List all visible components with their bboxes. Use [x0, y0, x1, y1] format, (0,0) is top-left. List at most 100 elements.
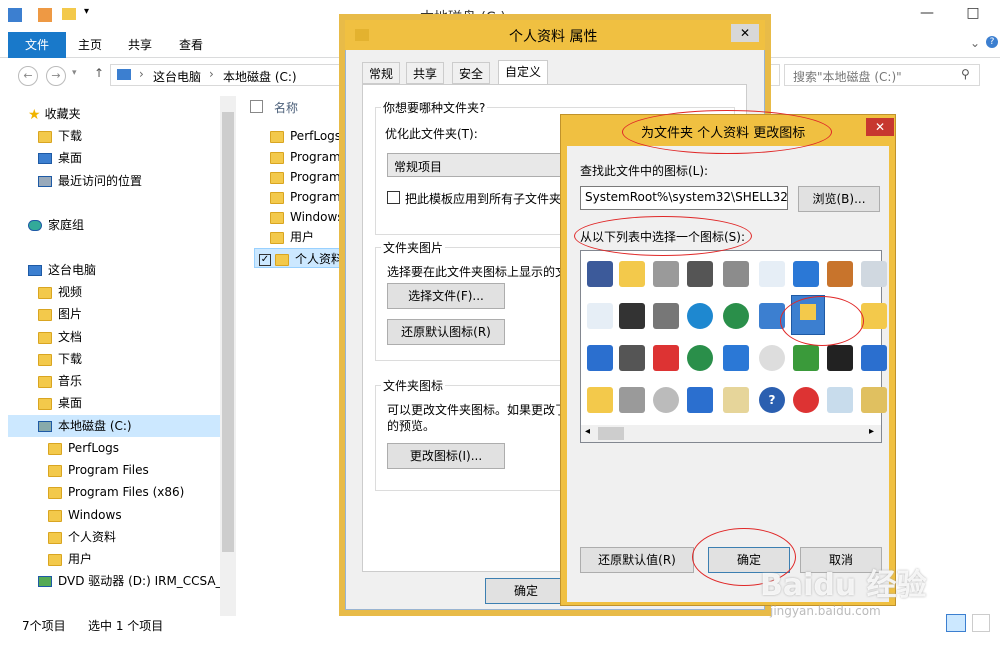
maximize-icon[interactable]: □ [950, 0, 996, 26]
browse-button[interactable]: 浏览(B)... [798, 186, 880, 212]
up-button[interactable]: ↑ [94, 66, 104, 80]
tab-sharing[interactable]: 共享 [406, 62, 445, 84]
tab-security[interactable]: 安全 [452, 62, 491, 84]
close-icon[interactable]: ✕ [866, 118, 894, 136]
breadcrumb-this-pc[interactable]: 这台电脑 [153, 68, 201, 85]
restore-default-icon-button[interactable]: 还原默认图标(R) [387, 319, 505, 345]
icon-list[interactable]: ? [580, 250, 887, 443]
file-row[interactable]: ProgramD [270, 187, 350, 207]
nav-homegroup[interactable]: 家庭组 [28, 214, 84, 236]
change-icon-button[interactable]: 更改图标(I)... [387, 443, 505, 469]
file-row[interactable]: PerfLogs [270, 126, 341, 146]
help-icon[interactable]: ? [759, 387, 785, 413]
nav-drive-c[interactable]: 本地磁盘 (C:) [38, 415, 132, 437]
close-icon[interactable]: ✕ [731, 24, 759, 42]
icon-list-scrollbar[interactable]: ◂ ▸ [581, 425, 881, 442]
column-header-name[interactable]: 名称 [250, 96, 360, 120]
back-button[interactable]: ← [18, 66, 38, 86]
ribbon-tab-home[interactable]: 主页 [64, 32, 116, 58]
ribbon-tab-file[interactable]: 文件 [8, 32, 66, 58]
search-icon[interactable]: ⚲ [961, 67, 970, 81]
monitor-icon[interactable] [861, 345, 887, 371]
help-icon[interactable]: ? [986, 36, 998, 48]
file-row[interactable]: 用户 [270, 227, 314, 247]
nav-dvd-drive[interactable]: DVD 驱动器 (D:) IRM_CCSA_X [38, 570, 230, 592]
calculator-icon[interactable] [723, 387, 749, 413]
window-icon[interactable] [587, 261, 613, 287]
nav-fav-recent[interactable]: 最近访问的位置 [38, 170, 142, 192]
details-view-icon[interactable] [946, 614, 966, 632]
ribbon-expand-icon[interactable]: ⌄ [970, 36, 980, 50]
nav-this-pc[interactable]: 这台电脑 [28, 259, 96, 281]
nav-downloads[interactable]: 下载 [38, 348, 82, 370]
printer-icon[interactable] [723, 261, 749, 287]
drive-icon[interactable] [653, 261, 679, 287]
file-row[interactable]: Windows [270, 207, 344, 227]
restore-defaults-button[interactable]: 还原默认值(R) [580, 547, 694, 573]
recent-locations-icon[interactable]: ▾ [72, 68, 77, 78]
clock-document-icon[interactable] [759, 261, 785, 287]
scroll-left-icon[interactable]: ◂ [585, 426, 590, 437]
magnifier-icon[interactable] [759, 345, 785, 371]
properties-qa-icon[interactable] [38, 8, 52, 22]
network-drive-icon[interactable] [619, 303, 645, 329]
optical-drive-icon[interactable] [653, 387, 679, 413]
globe-icon[interactable] [687, 303, 713, 329]
ribbon-tab-view[interactable]: 查看 [165, 32, 217, 58]
tab-customize[interactable]: 自定义 [498, 60, 549, 84]
drive-icon[interactable] [619, 387, 645, 413]
new-folder-qa-icon[interactable] [62, 8, 76, 20]
floppy-icon[interactable] [619, 345, 645, 371]
blue-window-icon[interactable] [587, 345, 613, 371]
recycle-bin-icon[interactable] [861, 261, 887, 287]
document-icon[interactable] [587, 303, 613, 329]
forward-button[interactable]: → [46, 66, 66, 86]
nav-videos[interactable]: 视频 [38, 281, 82, 303]
nav-fav-downloads[interactable]: 下载 [38, 125, 82, 147]
nav-desktop[interactable]: 桌面 [38, 392, 82, 414]
server-icon[interactable] [653, 303, 679, 329]
disconnected-drive-icon[interactable] [653, 345, 679, 371]
scroll-right-icon[interactable]: ▸ [869, 426, 874, 437]
nav-music[interactable]: 音乐 [38, 370, 82, 392]
apply-subfolders-checkbox[interactable] [387, 191, 400, 204]
search-input[interactable]: 搜索"本地磁盘 (C:)" ⚲ [784, 64, 980, 86]
nav-scrollbar-thumb[interactable] [222, 112, 234, 552]
power-icon[interactable] [793, 387, 819, 413]
file-row[interactable]: Program [270, 147, 341, 167]
mouse-globe-icon[interactable] [687, 345, 713, 371]
nav-c-windows[interactable]: Windows [48, 504, 122, 526]
qa-dropdown-icon[interactable]: ▾ [84, 6, 89, 17]
display-icon[interactable] [793, 261, 819, 287]
hand-icon[interactable] [827, 261, 853, 287]
folder-icon[interactable] [619, 261, 645, 287]
full-recycle-bin-icon[interactable] [827, 387, 853, 413]
nav-fav-desktop[interactable]: 桌面 [38, 147, 82, 169]
properties-ok-button[interactable]: 确定 [485, 578, 567, 604]
nav-c-program-files[interactable]: Program Files [48, 459, 149, 481]
nav-pictures[interactable]: 图片 [38, 303, 82, 325]
folder-icon[interactable] [587, 387, 613, 413]
nav-c-program-files-x86[interactable]: Program Files (x86) [48, 481, 184, 503]
computer-icon[interactable] [687, 387, 713, 413]
shortcut-overlay-icon[interactable] [827, 345, 853, 371]
tab-general[interactable]: 常规 [362, 62, 401, 84]
ribbon-tab-share[interactable]: 共享 [114, 32, 166, 58]
choose-file-button[interactable]: 选择文件(F)... [387, 283, 505, 309]
select-all-checkbox[interactable] [250, 100, 263, 113]
file-row[interactable]: Program [270, 167, 341, 187]
breadcrumb-drive-c[interactable]: 本地磁盘 (C:) [223, 68, 297, 85]
network-icon[interactable] [723, 345, 749, 371]
nav-c-perflogs[interactable]: PerfLogs [48, 437, 119, 459]
row-checkbox[interactable]: ✓ [259, 253, 271, 266]
icon-list-scroll-thumb[interactable] [598, 427, 624, 440]
network-globe-icon[interactable] [723, 303, 749, 329]
minimize-icon[interactable]: — [904, 0, 950, 26]
arrow-shortcut-icon[interactable] [793, 345, 819, 371]
icon-file-path-input[interactable]: SystemRoot%\system32\SHELL32.dll [580, 186, 788, 210]
tree-document-icon[interactable] [861, 387, 887, 413]
lock-document-icon[interactable] [861, 303, 887, 329]
chip-icon[interactable] [687, 261, 713, 287]
file-row-selected[interactable]: ✓ 个人资料 [254, 248, 344, 268]
nav-favorites[interactable]: ★ 收藏夹 [28, 103, 81, 125]
